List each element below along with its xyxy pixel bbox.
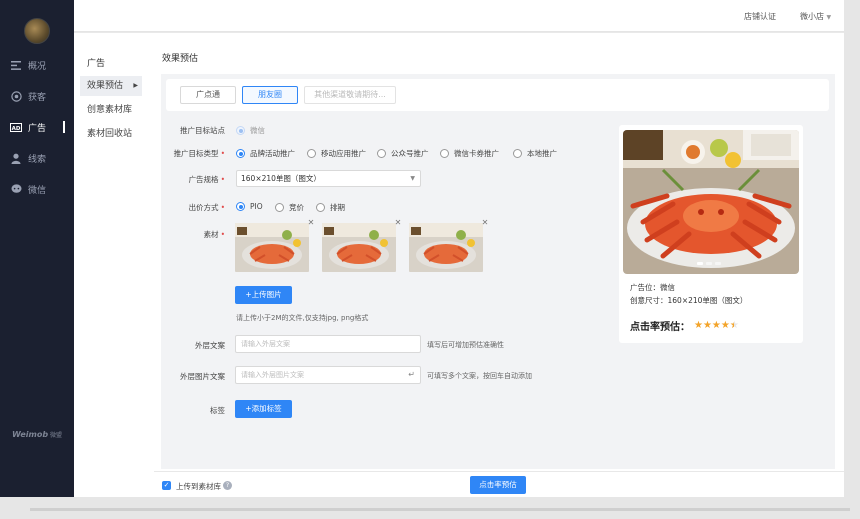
outer-copy-hint: 填写后可增加预估准确性: [427, 341, 504, 349]
sub-nav-item-library[interactable]: 创意素材库: [80, 100, 142, 120]
page-title: 效果预估: [162, 54, 199, 64]
preview-card: 广告位：微信 创意尺寸：160×210单图（图文） 点击率预估： ★★★★★★: [619, 125, 803, 343]
sidebar: 概况 获客 AD 广告 线索 微信 Weimob 微盟: [0, 0, 74, 497]
target-icon: [10, 90, 22, 102]
tab-gdt[interactable]: 广点通: [180, 86, 236, 104]
upload-image-button[interactable]: +上传图片: [235, 286, 292, 304]
chevron-down-icon: ▼: [410, 175, 415, 182]
sidebar-item-label: 线索: [28, 154, 47, 165]
close-icon[interactable]: ✕: [394, 219, 402, 227]
type-radio-app[interactable]: 移动应用推广: [307, 148, 366, 159]
sidebar-item-label: 微信: [28, 185, 47, 196]
sub-nav-title: 广告: [87, 59, 106, 69]
horizontal-scrollbar[interactable]: [0, 497, 860, 519]
preview-position: 广告位：微信: [630, 283, 675, 292]
store-name-dropdown[interactable]: 微小店 ▼: [800, 11, 831, 22]
footer-bar: ✓ 上传到素材库 ? 点击率预估: [154, 471, 844, 497]
material-thumbnail[interactable]: [322, 223, 396, 272]
outer-img-copy-label: 外层图片文案: [180, 372, 225, 381]
preview-rate: 点击率预估： ★★★★★★: [630, 320, 739, 333]
sidebar-item-overview[interactable]: 概况: [0, 54, 74, 76]
sidebar-item-wechat[interactable]: 微信: [0, 178, 74, 200]
page-margin: [844, 0, 860, 497]
outer-copy-label: 外层文案: [195, 341, 225, 350]
ad-icon: AD: [10, 121, 22, 133]
menu-lines-icon: [10, 59, 22, 71]
sidebar-item-acquire[interactable]: 获客: [0, 85, 74, 107]
chevron-down-icon: ▼: [826, 14, 832, 21]
type-radio-local[interactable]: 本地推广: [513, 148, 557, 159]
sidebar-item-label: 广告: [28, 123, 47, 134]
bid-label: 出价方式 •: [188, 203, 225, 212]
rating-stars-icon: ★★★★★★: [694, 320, 739, 331]
preview-image: [623, 130, 799, 274]
type-label: 推广目标类型 •: [173, 149, 225, 158]
spec-select[interactable]: 160×210单图（图文） ▼: [236, 170, 421, 187]
channel-tabs: 广点通 朋友圈 其他渠道敬请期待...: [166, 79, 829, 111]
sub-nav: 广告 效果预估 ▶ 创意素材库 素材回收站: [74, 33, 154, 497]
material-label: 素材 •: [203, 230, 225, 239]
tab-other: 其他渠道敬请期待...: [304, 86, 396, 104]
sidebar-item-leads[interactable]: 线索: [0, 147, 74, 169]
outer-img-copy-hint: 可填写多个文案，按回车自动添加: [427, 372, 532, 380]
main-content: 效果预估 广点通 朋友圈 其他渠道敬请期待... 推广目标站点 微信 推广目标类…: [154, 33, 844, 497]
outer-img-copy-input[interactable]: 请输入外层图片文案 ↵: [235, 366, 421, 384]
site-label: 推广目标站点: [180, 126, 225, 135]
upload-to-library-checkbox[interactable]: ✓: [162, 481, 171, 490]
chat-bubble-icon: [10, 183, 22, 195]
add-tag-button[interactable]: +添加标签: [235, 400, 292, 418]
type-radio-official[interactable]: 公众号推广: [377, 148, 429, 159]
sub-nav-item-recycle[interactable]: 素材回收站: [80, 124, 142, 144]
carousel-dots[interactable]: [697, 262, 721, 265]
close-icon[interactable]: ✕: [307, 219, 315, 227]
person-icon: [10, 152, 22, 164]
material-thumbnail[interactable]: [235, 223, 309, 272]
sidebar-item-ads[interactable]: AD 广告: [0, 116, 74, 138]
type-radio-coupon[interactable]: 微信卡券推广: [440, 148, 499, 159]
close-icon[interactable]: ✕: [481, 219, 489, 227]
preview-size: 创意尺寸：160×210单图（图文）: [630, 296, 748, 305]
sidebar-item-label: 概况: [28, 61, 47, 72]
upload-to-library-label[interactable]: 上传到素材库: [176, 481, 221, 492]
chevron-right-icon: ▶: [133, 82, 138, 89]
tab-moments[interactable]: 朋友圈: [242, 86, 298, 104]
outer-copy-input[interactable]: 请输入外层文案: [235, 335, 421, 353]
material-thumbnail[interactable]: [409, 223, 483, 272]
bid-radio-schedule[interactable]: 排期: [316, 202, 345, 213]
form-panel: 广点通 朋友圈 其他渠道敬请期待... 推广目标站点 微信 推广目标类型 • 品牌…: [161, 74, 835, 469]
type-radio-brand[interactable]: 品牌活动推广: [236, 148, 295, 159]
sub-nav-item-estimate[interactable]: 效果预估 ▶: [80, 76, 142, 96]
tag-label: 标签: [210, 406, 225, 415]
upload-hint: 请上传小于2M的文件,仅支持jpg, png格式: [236, 314, 369, 322]
site-radio-wechat: 微信: [236, 125, 265, 136]
scrollbar-thumb[interactable]: [30, 508, 850, 511]
enter-icon: ↵: [408, 370, 415, 379]
estimate-ctr-button[interactable]: 点击率预估: [470, 476, 526, 494]
svg-text:AD: AD: [12, 125, 21, 131]
store-avatar[interactable]: [24, 18, 50, 44]
top-bar: 店铺认证 微小店 ▼: [74, 0, 844, 32]
help-icon[interactable]: ?: [223, 481, 232, 490]
brand-logo: Weimob 微盟: [12, 430, 63, 439]
sidebar-item-label: 获客: [28, 92, 47, 103]
bid-radio-auction[interactable]: 竞价: [275, 202, 304, 213]
bid-radio-pio[interactable]: PIO: [236, 202, 263, 211]
store-cert-link[interactable]: 店铺认证: [744, 11, 776, 22]
spec-label: 广告规格 •: [188, 175, 225, 184]
